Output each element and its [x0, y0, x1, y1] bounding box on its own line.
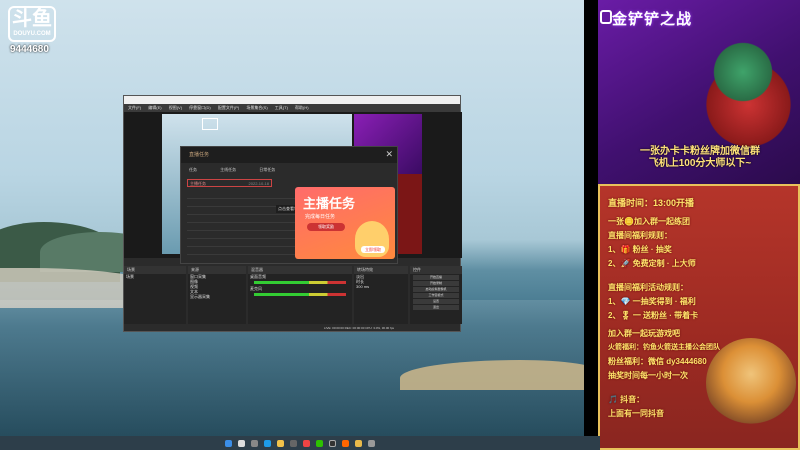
- card-title: 主播任务: [303, 196, 356, 211]
- schedule-line: 直播间福利规则：: [608, 231, 672, 240]
- transitions-header: 转场特效: [354, 266, 408, 274]
- dialog-title: 直播任务: [181, 147, 397, 163]
- transitions-panel: 淡出 时长 300 ms: [354, 274, 408, 324]
- menu-edit[interactable]: 编辑(E): [148, 105, 161, 110]
- stream-time: 直播时间：13:00开播: [608, 198, 695, 208]
- schedule-line: 粉丝福利：微信 dy3444680: [608, 357, 707, 366]
- explorer-icon[interactable]: [277, 439, 284, 447]
- menu-profile[interactable]: 配置文件(P): [218, 105, 239, 110]
- close-icon[interactable]: ✕: [385, 149, 393, 160]
- wechat-icon[interactable]: [316, 439, 323, 447]
- scene-item[interactable]: 场景: [124, 274, 186, 279]
- list-row: [187, 239, 297, 247]
- list-row: [187, 231, 297, 239]
- volume-meter[interactable]: [254, 281, 346, 284]
- logo-text: 斗鱼: [12, 8, 52, 30]
- game-banner: 金铲铲之战 一张办卡卡粉丝牌加微信群 飞机上100分大师以下~: [598, 0, 800, 184]
- sources-list[interactable]: 窗口采集 图像 视频 文本 显示器采集: [188, 274, 246, 324]
- taskview-icon[interactable]: [251, 439, 258, 447]
- schedule-line: 🎵 抖音：: [608, 395, 645, 404]
- obs-icon[interactable]: [329, 439, 336, 447]
- dialog-tabs: 任务 主线任务 日常任务: [189, 167, 297, 173]
- schedule-line: 1、💎 一抽奖得到 · 福利: [608, 297, 696, 306]
- controls-header: 控件: [410, 266, 462, 274]
- task-name: 主播任务: [190, 181, 206, 186]
- menu-scene-collection[interactable]: 场景集合(S): [246, 105, 267, 110]
- list-row: [187, 191, 297, 199]
- schedule-line: 直播间福利活动规则：: [608, 283, 688, 292]
- task-list-item[interactable]: 主播任务 2022-10-18: [187, 179, 272, 187]
- chrome-icon[interactable]: [303, 439, 310, 447]
- tab-main-task[interactable]: 主线任务: [220, 167, 236, 172]
- obs-menubar: 文件(F) 编辑(E) 视图(V) 停靠窗口(D) 配置文件(P) 场景集合(S…: [124, 104, 460, 112]
- schedule-line: 上面有一同抖音: [608, 409, 664, 418]
- menu-docks[interactable]: 停靠窗口(D): [189, 105, 211, 110]
- promo-line: 飞机上100分大师以下~: [648, 158, 752, 169]
- game-logo-icon: [600, 10, 612, 24]
- tab-daily-task[interactable]: 日常任务: [259, 167, 275, 172]
- controls-panel: 开始直播 开始录制 启动虚拟摄像机 工作室模式 设置 退出: [410, 274, 462, 324]
- schedule-line: 1、🎁 粉丝 · 抽奖: [608, 245, 672, 254]
- schedule-line: 2、🎖 一 送粉丝 · 带着卡: [608, 311, 699, 320]
- task-date: 2022-10-18: [248, 181, 269, 186]
- exit-button[interactable]: 退出: [413, 305, 459, 310]
- preview-logo: [202, 118, 218, 130]
- douyu-logo: 斗鱼 DOUYU.COM: [8, 6, 56, 42]
- list-row: [187, 223, 297, 231]
- scenes-header: 场景: [124, 266, 186, 274]
- mixer-header: 混音器: [248, 266, 352, 274]
- tab-task[interactable]: 任务: [189, 167, 197, 172]
- virtual-camera-button[interactable]: 启动虚拟摄像机: [413, 287, 459, 292]
- logo-domain: DOUYU.COM: [13, 31, 51, 37]
- duration-input[interactable]: 300 ms: [354, 284, 408, 289]
- list-row: [187, 247, 297, 255]
- schedule-line: 加入群一起玩游戏吧: [608, 329, 680, 338]
- room-id: 9444680: [10, 44, 49, 55]
- list-row: [187, 215, 297, 223]
- task-list: [187, 191, 297, 255]
- store-icon[interactable]: [290, 439, 297, 447]
- volume-meter[interactable]: [254, 293, 346, 296]
- promo-line: 一张办卡卡粉丝牌加微信群: [640, 146, 760, 157]
- task-dialog: 直播任务 ✕ 任务 主线任务 日常任务 主播任务 2022-10-18 点击查看…: [180, 146, 398, 264]
- windows-icon[interactable]: [225, 439, 232, 447]
- settings-icon[interactable]: [368, 439, 375, 447]
- claim-now-button[interactable]: 立即领取: [361, 246, 385, 253]
- start-streaming-button[interactable]: 开始直播: [413, 275, 459, 280]
- sources-header: 来源: [188, 266, 246, 274]
- card-subtitle: 完成每日任务: [305, 214, 336, 220]
- card-claim-button[interactable]: 领取奖励: [307, 223, 345, 231]
- obs-docks: 场景 场景 来源 窗口采集 图像 视频 文本 显示器采集 混音器 桌面音频 麦克…: [124, 266, 462, 324]
- game-character-art: [688, 20, 798, 150]
- schedule-line: 一张🪙加入群一起练团: [608, 217, 690, 226]
- settings-button[interactable]: 设置: [413, 299, 459, 304]
- schedule-line: 火箭福利：钓鱼火箭送主播公会团队: [608, 344, 720, 351]
- stream-schedule-panel: 直播时间：13:00开播 一张🪙加入群一起练团 直播间福利规则： 1、🎁 粉丝 …: [598, 184, 800, 450]
- menu-file[interactable]: 文件(F): [128, 105, 141, 110]
- menu-view[interactable]: 视图(V): [169, 105, 182, 110]
- search-icon[interactable]: [238, 439, 245, 447]
- mixer-track-label: 麦克风: [250, 286, 262, 291]
- menu-help[interactable]: 帮助(H): [295, 105, 309, 110]
- windows-taskbar: [0, 436, 600, 450]
- scenes-list[interactable]: 场景: [124, 274, 186, 324]
- folder-icon[interactable]: [355, 439, 362, 447]
- banner-promo: 一张办卡卡粉丝牌加微信群 飞机上100分大师以下~: [610, 146, 790, 170]
- source-item[interactable]: 显示器采集: [188, 294, 246, 299]
- mixer-track-label: 桌面音频: [250, 274, 266, 279]
- start-recording-button[interactable]: 开始录制: [413, 281, 459, 286]
- schedule-line: 2、🚀 免费定制 · 上大师: [608, 259, 696, 268]
- task-promo-card[interactable]: 主播任务 完成每日任务 领取奖励 立即领取: [295, 187, 395, 259]
- douyu-icon[interactable]: [342, 439, 349, 447]
- schedule-line: 抽奖时间每一小时一次: [608, 371, 688, 380]
- audio-mixer[interactable]: 桌面音频 麦克风: [248, 274, 352, 324]
- studio-mode-button[interactable]: 工作室模式: [413, 293, 459, 298]
- obs-statusbar: LIVE: 00:00:00 REC: 00:00:00 CPU: 3.0%, …: [324, 326, 395, 330]
- edge-icon[interactable]: [264, 439, 271, 447]
- obs-titlebar[interactable]: [124, 96, 460, 104]
- menu-tools[interactable]: 工具(T): [275, 105, 288, 110]
- game-title: 金铲铲之战: [612, 11, 693, 28]
